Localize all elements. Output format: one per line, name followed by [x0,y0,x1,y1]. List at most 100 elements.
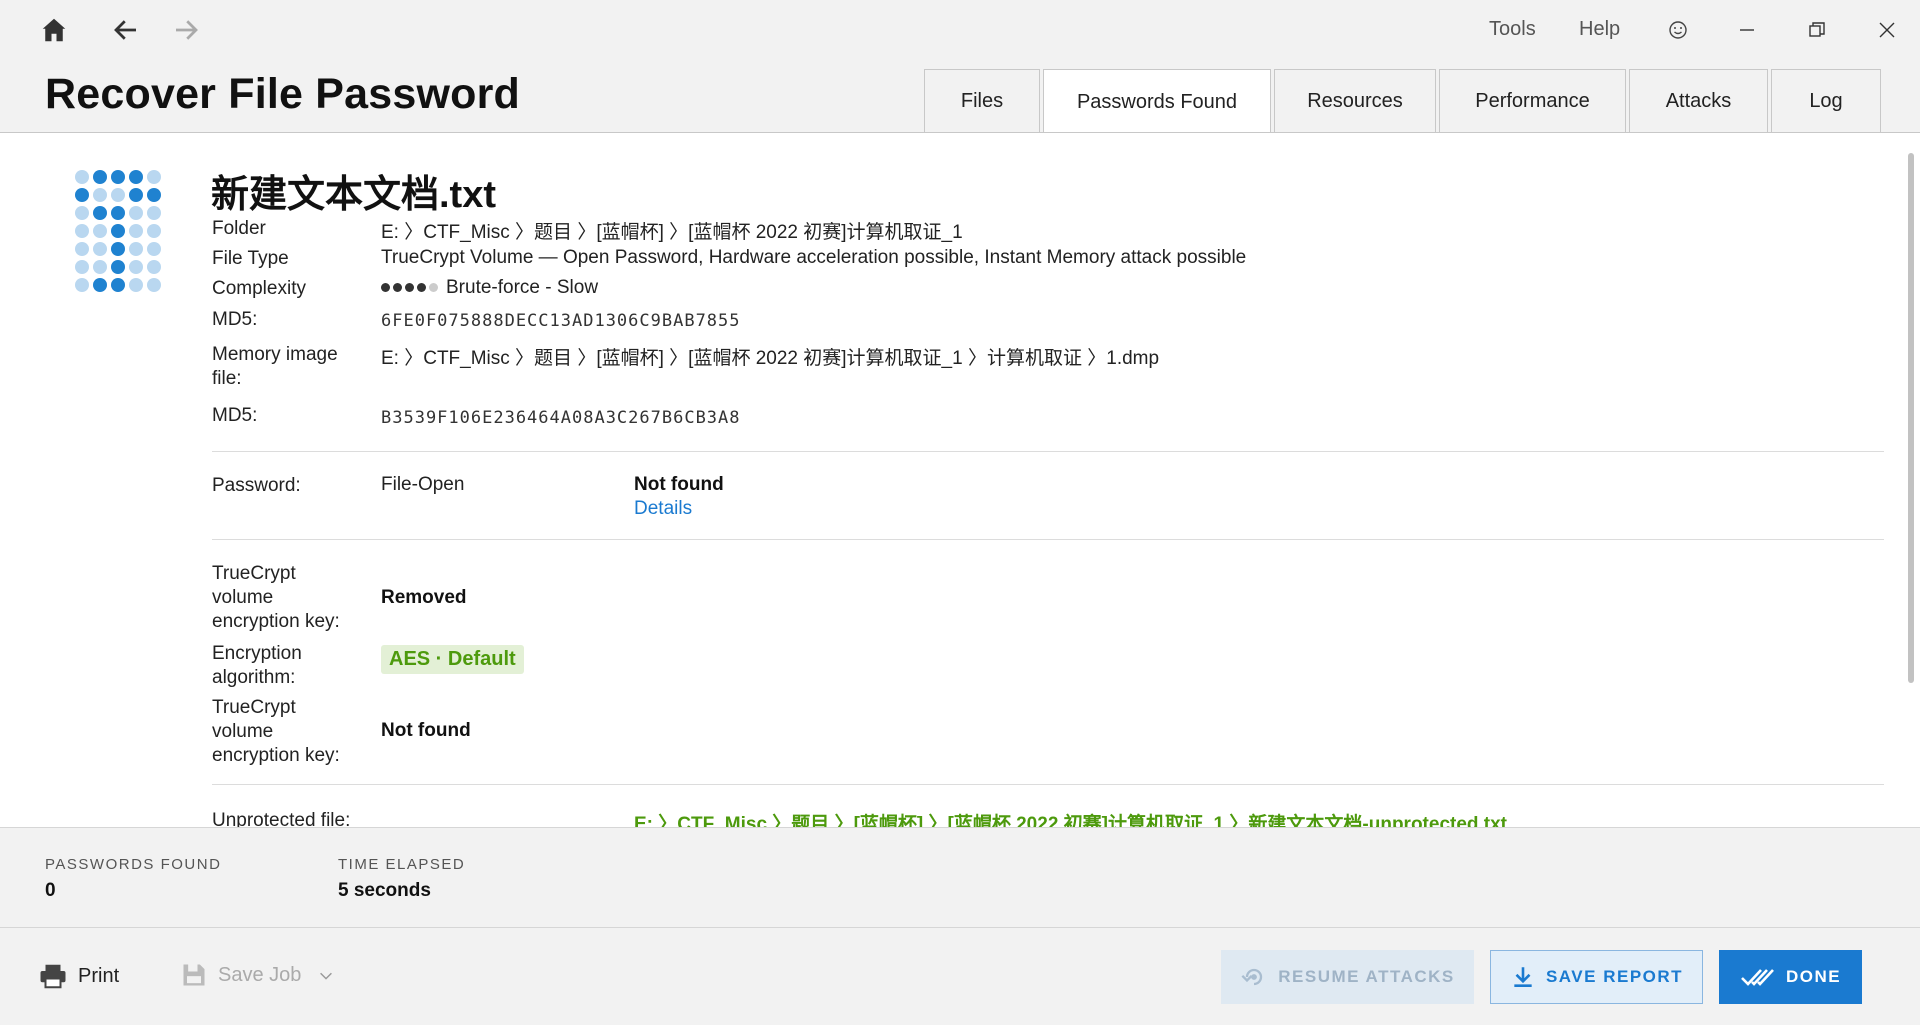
icon-dot [147,260,161,274]
icon-dot [75,170,89,184]
icon-dot [147,170,161,184]
download-icon [1514,967,1532,987]
home-button[interactable] [34,10,74,50]
icon-dot [75,278,89,292]
memory-md5-value: B3539F106E236464A08A3C267B6CB3A8 [381,408,741,428]
smiley-icon [1669,21,1687,39]
folder-value: E: 〉CTF_Misc 〉题目 〉[蓝帽杯] 〉[蓝帽杯 2022 初赛]计算… [381,222,963,243]
print-label: Print [78,964,120,987]
icon-dot [147,224,161,238]
complexity-meter [381,283,438,293]
icon-dot [111,260,125,274]
tab-attacks[interactable]: Attacks [1629,69,1768,133]
tab-log[interactable]: Log [1771,69,1881,133]
complexity-text: Brute-force - Slow [446,277,599,298]
password-type: File-Open [381,474,465,495]
algorithm-badge: AES · Default [381,645,524,674]
passwords-found-count: 0 [45,880,56,901]
printer-icon [40,964,66,989]
icon-dot [111,278,125,292]
restore-button[interactable] [1797,12,1837,48]
complexity-dot [381,283,390,293]
resume-attacks-label: RESUME ATTACKS [1278,967,1455,986]
filetype-value: TrueCrypt Volume — Open Password, Hardwa… [381,247,1247,268]
icon-dot [129,242,143,256]
folder-label: Folder [212,218,266,239]
vertical-scrollbar[interactable] [1908,153,1914,683]
close-button[interactable] [1867,12,1907,48]
icon-dot [75,260,89,274]
icon-dot [75,206,89,220]
done-button[interactable]: DONE [1719,950,1862,1004]
close-icon [1879,22,1895,38]
md5-label: MD5: [212,309,258,330]
file-name: 新建文本文档.txt [211,174,497,216]
icon-dot [111,224,125,238]
menu-help[interactable]: Help [1579,18,1620,41]
feedback-button[interactable] [1658,12,1698,48]
arrow-right-icon [176,20,198,40]
title-bar: Tools Help [0,0,1920,58]
print-button[interactable]: Print [38,961,119,991]
tab-performance[interactable]: Performance [1439,69,1626,133]
save-disk-icon [183,964,205,986]
file-dots-icon [75,170,161,292]
memory-md5-label: MD5: [212,405,258,426]
icon-dot [111,188,125,202]
algorithm-label: Encryption algorithm: [212,643,302,688]
chevron-down-icon[interactable] [317,966,335,984]
tab-resources[interactable]: Resources [1274,69,1436,133]
icon-dot [147,206,161,220]
icon-dot [129,278,143,292]
details-link[interactable]: Details [634,498,692,520]
resume-icon [1241,968,1263,986]
minimize-icon [1740,29,1754,31]
memory-image-label: Memory image file: [212,344,338,389]
password-label: Password: [212,475,301,496]
icon-dot [129,188,143,202]
time-elapsed-label: TIME ELAPSED [338,856,466,873]
tab-files[interactable]: Files [924,69,1040,133]
memory-image-value: E: 〉CTF_Misc 〉题目 〉[蓝帽杯] 〉[蓝帽杯 2022 初赛]计算… [381,348,1160,369]
tab-passwords-found[interactable]: Passwords Found [1043,69,1271,134]
restore-icon [1809,22,1825,37]
status-bar: PASSWORDS FOUND 0 TIME ELAPSED 5 seconds [0,827,1920,927]
forward-button[interactable] [166,10,206,50]
unprotected-file-link[interactable]: E: 〉CTF_Misc 〉题目 〉[蓝帽杯] 〉[蓝帽杯 2022 初赛]计算… [634,809,1507,827]
menu-tools[interactable]: Tools [1489,18,1536,41]
icon-dot [93,260,107,274]
unprotected-label: Unprotected file: [212,810,351,827]
save-report-button[interactable]: SAVE REPORT [1490,950,1703,1004]
encryption-key-value: Removed [381,587,467,608]
passwords-found-label: PASSWORDS FOUND [45,856,222,873]
page-title: Recover File Password [45,70,521,118]
icon-dot [93,242,107,256]
md5-value: 6FE0F075888DECC13AD1306C9BAB7855 [381,311,741,331]
complexity-dot [393,283,402,293]
icon-dot [75,242,89,256]
password-result: Not found [634,474,724,495]
section-divider [212,784,1884,785]
section-divider [212,451,1884,452]
icon-dot [129,206,143,220]
filetype-label: File Type [212,248,289,269]
complexity-value: Brute-force - Slow [381,277,598,299]
passwords-found-panel: 新建文本文档.txt Folder E: 〉CTF_Misc 〉题目 〉[蓝帽杯… [0,133,1920,827]
encryption-key2-label: TrueCrypt volume encryption key: [212,697,340,766]
icon-dot [129,170,143,184]
icon-dot [111,170,125,184]
resume-attacks-button[interactable]: RESUME ATTACKS [1221,950,1474,1004]
minimize-button[interactable] [1727,12,1767,48]
save-job-button[interactable]: Save Job [180,961,335,989]
save-job-label: Save Job [218,963,302,986]
icon-dot [111,242,125,256]
icon-dot [147,188,161,202]
back-button[interactable] [106,10,146,50]
icon-dot [75,224,89,238]
icon-dot [129,224,143,238]
encryption-key-label: TrueCrypt volume encryption key: [212,563,340,632]
section-divider [212,539,1884,540]
icon-dot [111,206,125,220]
icon-dot [93,206,107,220]
icon-dot [93,188,107,202]
